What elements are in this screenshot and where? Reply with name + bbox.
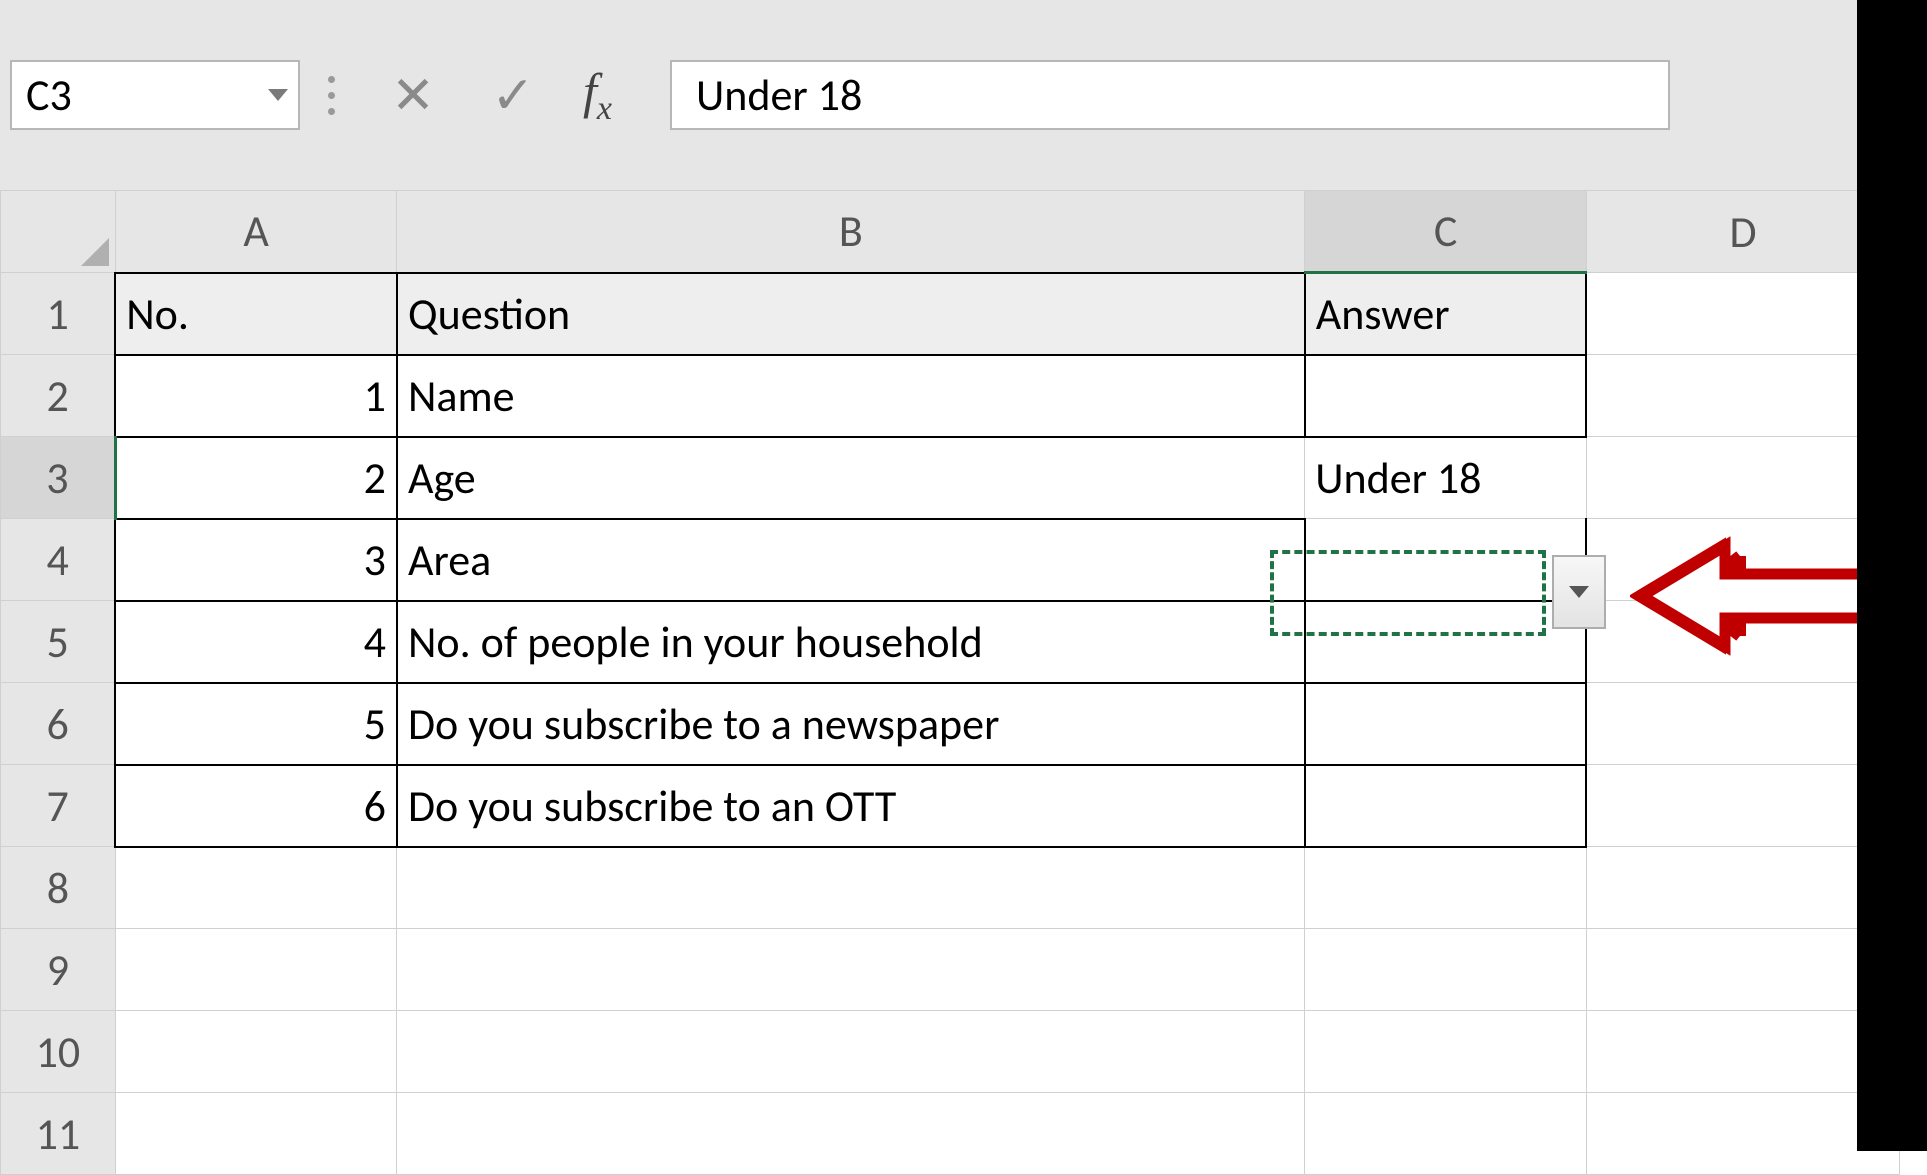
fx-icon[interactable]: fx bbox=[583, 62, 612, 128]
confirm-icon[interactable]: ✓ bbox=[483, 63, 543, 127]
cell-C1[interactable]: Answer bbox=[1305, 273, 1587, 355]
cell-D7[interactable] bbox=[1586, 765, 1899, 847]
table-row: 2 1 Name bbox=[1, 355, 1900, 437]
cell-C7[interactable] bbox=[1305, 765, 1587, 847]
table-row: 3 2 Age Under 18 bbox=[1, 437, 1900, 519]
table-row: 8 bbox=[1, 847, 1900, 929]
cell-A9[interactable] bbox=[115, 929, 397, 1011]
cell-A7[interactable]: 6 bbox=[115, 765, 397, 847]
cell-C6[interactable] bbox=[1305, 683, 1587, 765]
column-header-A[interactable]: A bbox=[115, 191, 397, 273]
cell-C10[interactable] bbox=[1305, 1011, 1587, 1093]
formula-bar-buttons: ✕ ✓ fx bbox=[363, 62, 632, 128]
cell-A10[interactable] bbox=[115, 1011, 397, 1093]
cell-B1[interactable]: Question bbox=[397, 273, 1305, 355]
cell-C5[interactable] bbox=[1305, 601, 1587, 683]
cell-D9[interactable] bbox=[1586, 929, 1899, 1011]
cell-B2[interactable]: Name bbox=[397, 355, 1305, 437]
cell-A8[interactable] bbox=[115, 847, 397, 929]
cell-D6[interactable] bbox=[1586, 683, 1899, 765]
spreadsheet-grid: A B C D 1 No. Question Answer 2 1 Name 3… bbox=[0, 190, 1927, 1175]
cell-D2[interactable] bbox=[1586, 355, 1899, 437]
table-row: 6 5 Do you subscribe to a newspaper bbox=[1, 683, 1900, 765]
data-validation-dropdown-button[interactable] bbox=[1552, 555, 1606, 629]
cell-C3[interactable]: Under 18 bbox=[1305, 437, 1587, 519]
cell-C11[interactable] bbox=[1305, 1093, 1587, 1175]
cell-B9[interactable] bbox=[397, 929, 1305, 1011]
cell-A2[interactable]: 1 bbox=[115, 355, 397, 437]
column-header-row: A B C D bbox=[1, 191, 1900, 273]
table-row: 10 bbox=[1, 1011, 1900, 1093]
row-header-2[interactable]: 2 bbox=[1, 355, 116, 437]
row-header-5[interactable]: 5 bbox=[1, 601, 116, 683]
row-header-9[interactable]: 9 bbox=[1, 929, 116, 1011]
name-box-value: C3 bbox=[26, 68, 72, 122]
cell-D8[interactable] bbox=[1586, 847, 1899, 929]
table-row: 7 6 Do you subscribe to an OTT bbox=[1, 765, 1900, 847]
cell-B8[interactable] bbox=[397, 847, 1305, 929]
row-header-4[interactable]: 4 bbox=[1, 519, 116, 601]
cell-B10[interactable] bbox=[397, 1011, 1305, 1093]
row-header-1[interactable]: 1 bbox=[1, 273, 116, 355]
table-row: 5 4 No. of people in your household bbox=[1, 601, 1900, 683]
cell-D3[interactable] bbox=[1586, 437, 1899, 519]
name-box[interactable]: C3 bbox=[10, 60, 300, 130]
cell-C4[interactable] bbox=[1305, 519, 1587, 601]
select-all-corner[interactable] bbox=[1, 191, 116, 273]
worksheet[interactable]: A B C D 1 No. Question Answer 2 1 Name 3… bbox=[0, 190, 1900, 1175]
cell-A4[interactable]: 3 bbox=[115, 519, 397, 601]
column-header-C[interactable]: C bbox=[1305, 191, 1587, 273]
formula-bar-resize-handle[interactable] bbox=[318, 76, 345, 115]
cell-B11[interactable] bbox=[397, 1093, 1305, 1175]
column-header-D[interactable]: D bbox=[1586, 191, 1899, 273]
table-row: 1 No. Question Answer bbox=[1, 273, 1900, 355]
table-row: 9 bbox=[1, 929, 1900, 1011]
column-header-B[interactable]: B bbox=[397, 191, 1305, 273]
cell-B6[interactable]: Do you subscribe to a newspaper bbox=[397, 683, 1305, 765]
cell-A6[interactable]: 5 bbox=[115, 683, 397, 765]
row-header-7[interactable]: 7 bbox=[1, 765, 116, 847]
row-header-8[interactable]: 8 bbox=[1, 847, 116, 929]
cell-B4[interactable]: Area bbox=[397, 519, 1305, 601]
cell-D11[interactable] bbox=[1586, 1093, 1899, 1175]
cell-A5[interactable]: 4 bbox=[115, 601, 397, 683]
row-header-3[interactable]: 3 bbox=[1, 437, 116, 519]
formula-input-value: Under 18 bbox=[696, 68, 862, 122]
cell-B3[interactable]: Age bbox=[397, 437, 1305, 519]
name-box-dropdown-icon[interactable] bbox=[268, 89, 288, 101]
cell-A3[interactable]: 2 bbox=[115, 437, 397, 519]
cell-A11[interactable] bbox=[115, 1093, 397, 1175]
right-edge-mask bbox=[1857, 0, 1927, 1151]
cell-A1[interactable]: No. bbox=[115, 273, 397, 355]
cancel-icon[interactable]: ✕ bbox=[383, 63, 443, 127]
cell-B7[interactable]: Do you subscribe to an OTT bbox=[397, 765, 1305, 847]
row-header-10[interactable]: 10 bbox=[1, 1011, 116, 1093]
cell-B5[interactable]: No. of people in your household bbox=[397, 601, 1305, 683]
table-row: 11 bbox=[1, 1093, 1900, 1175]
cell-C8[interactable] bbox=[1305, 847, 1587, 929]
cell-D10[interactable] bbox=[1586, 1011, 1899, 1093]
cell-C2[interactable] bbox=[1305, 355, 1587, 437]
cell-C9[interactable] bbox=[1305, 929, 1587, 1011]
row-header-6[interactable]: 6 bbox=[1, 683, 116, 765]
formula-input[interactable]: Under 18 bbox=[670, 60, 1670, 130]
row-header-11[interactable]: 11 bbox=[1, 1093, 116, 1175]
table-row: 4 3 Area bbox=[1, 519, 1900, 601]
formula-bar: C3 ✕ ✓ fx Under 18 bbox=[0, 0, 1927, 190]
cell-D1[interactable] bbox=[1586, 273, 1899, 355]
